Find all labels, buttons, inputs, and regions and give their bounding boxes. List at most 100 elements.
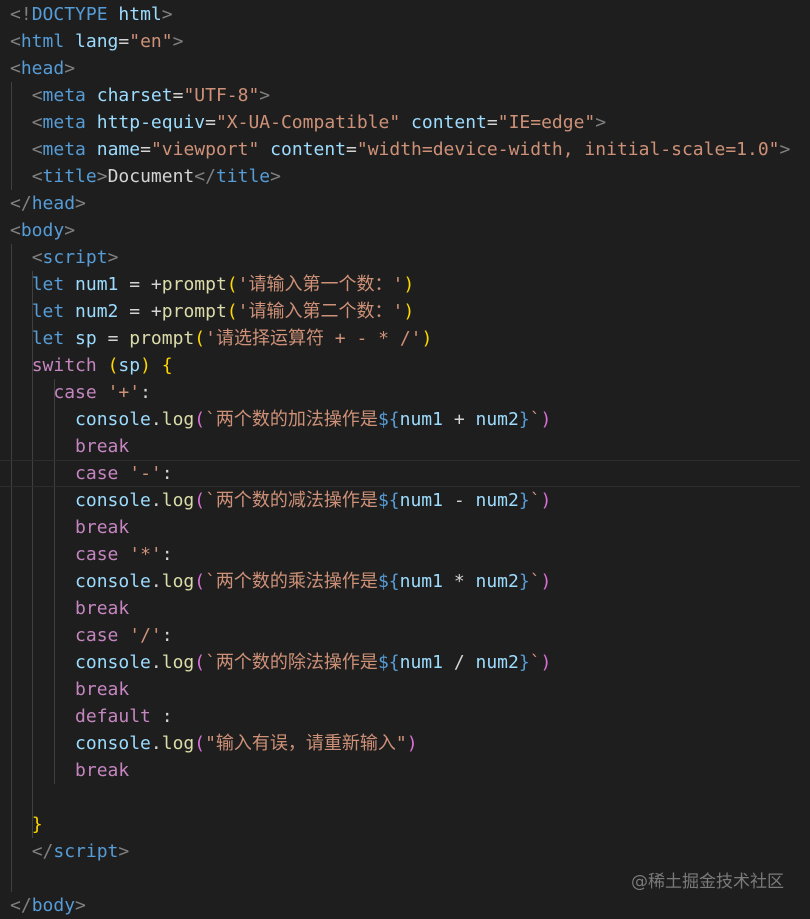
code-editor[interactable]: <!DOCTYPE html> <html lang="en"> <head> <m…: [0, 0, 810, 918]
code-line[interactable]: break: [10, 514, 810, 541]
code-token: +: [442, 409, 476, 430]
code-token: html: [20, 31, 65, 52]
code-token: body: [20, 220, 65, 241]
code-line[interactable]: default :: [10, 703, 810, 730]
code-line[interactable]: case '+':: [10, 379, 810, 406]
code-token: let: [31, 301, 65, 322]
code-token: num2: [475, 490, 519, 511]
code-token: :: [150, 706, 173, 727]
code-token: >: [75, 193, 86, 214]
code-token: meta: [42, 139, 86, 160]
code-line[interactable]: <script>: [10, 244, 810, 271]
code-token: body: [31, 895, 76, 916]
code-token: (: [107, 355, 119, 376]
code-token: '请选择运算符 + - * /': [205, 328, 422, 349]
code-token: case: [75, 463, 119, 484]
code-token: (: [194, 328, 206, 349]
code-token: num1: [399, 571, 443, 592]
code-line[interactable]: console.log("输入有误，请重新输入"): [10, 730, 810, 757]
code-token: console: [75, 571, 151, 592]
code-line[interactable]: console.log(`两个数的加法操作是${num1 + num2}`): [10, 406, 810, 433]
code-token: `: [529, 490, 541, 511]
code-token: break: [75, 598, 130, 619]
code-token: .: [150, 733, 162, 754]
code-line[interactable]: break: [10, 757, 810, 784]
code-token: '/': [129, 625, 162, 646]
code-line[interactable]: let sp = prompt('请选择运算符 + - * /'): [10, 325, 810, 352]
code-token: num2: [75, 301, 119, 322]
code-line[interactable]: console.log(`两个数的乘法操作是${num1 * num2}`): [10, 568, 810, 595]
code-token: (: [226, 301, 238, 322]
code-line[interactable]: console.log(`两个数的减法操作是${num1 - num2}`): [10, 487, 810, 514]
code-line[interactable]: <body>: [10, 217, 810, 244]
code-line[interactable]: let num2 = +prompt('请输入第二个数：'): [10, 298, 810, 325]
code-token: title: [215, 166, 271, 187]
code-token: charset: [96, 85, 173, 106]
code-token: script: [42, 247, 108, 268]
code-token: }: [518, 652, 530, 673]
code-token: >: [595, 112, 607, 133]
code-line[interactable]: <title>Document</title>: [10, 163, 810, 190]
code-line[interactable]: <head>: [10, 55, 810, 82]
code-token: (: [194, 409, 206, 430]
code-line[interactable]: </head>: [10, 190, 810, 217]
code-token: '-': [129, 463, 162, 484]
code-line[interactable]: break: [10, 433, 810, 460]
code-token: num1: [399, 409, 443, 430]
code-token: title: [42, 166, 97, 187]
code-token: ${: [377, 490, 400, 511]
code-token: http-equiv: [96, 112, 206, 133]
code-line[interactable]: case '*':: [10, 541, 810, 568]
code-line[interactable]: break: [10, 676, 810, 703]
code-line[interactable]: </body>: [10, 892, 810, 919]
code-line[interactable]: <meta name="viewport" content="width=dev…: [10, 136, 810, 163]
code-line[interactable]: let num1 = +prompt('请输入第一个数：'): [10, 271, 810, 298]
code-token: </: [10, 193, 32, 214]
code-token: '*': [129, 544, 162, 565]
code-line[interactable]: [10, 784, 810, 811]
code-token: "X-UA-Compatible": [215, 112, 401, 133]
code-line[interactable]: }: [10, 811, 810, 838]
code-token: <: [10, 220, 21, 241]
code-line[interactable]: <!DOCTYPE html>: [10, 1, 810, 28]
code-line[interactable]: switch (sp) {: [10, 352, 810, 379]
code-token: :: [161, 544, 173, 565]
code-token: "UTF-8": [183, 85, 260, 106]
code-token: switch: [31, 355, 97, 376]
code-token: prompt: [161, 274, 227, 295]
code-token: >: [118, 841, 130, 862]
code-line[interactable]: <html lang="en">: [10, 28, 810, 55]
code-line[interactable]: break: [10, 595, 810, 622]
code-token: .: [150, 409, 162, 430]
code-token: lang: [75, 31, 119, 52]
code-token: = +: [118, 301, 162, 322]
code-line[interactable]: console.log(`两个数的除法操作是${num1 / num2}`): [10, 649, 810, 676]
code-token: >: [75, 895, 86, 916]
code-token: ): [403, 301, 415, 322]
code-line[interactable]: case '/':: [10, 622, 810, 649]
code-token: "width=device-width, initial-scale=1.0": [356, 139, 780, 160]
code-line[interactable]: <meta charset="UTF-8">: [10, 82, 810, 109]
code-token: .: [150, 490, 162, 511]
code-line[interactable]: </script>: [10, 838, 810, 865]
code-token: log: [161, 490, 195, 511]
code-token: </: [31, 841, 54, 862]
code-token: =: [118, 31, 130, 52]
code-line[interactable]: <meta http-equiv="X-UA-Compatible" conte…: [10, 109, 810, 136]
code-token: html: [118, 4, 162, 25]
code-line[interactable]: case '-':: [0, 460, 800, 487]
code-token: (: [194, 490, 206, 511]
code-token: case: [75, 625, 119, 646]
code-token: case: [75, 544, 119, 565]
